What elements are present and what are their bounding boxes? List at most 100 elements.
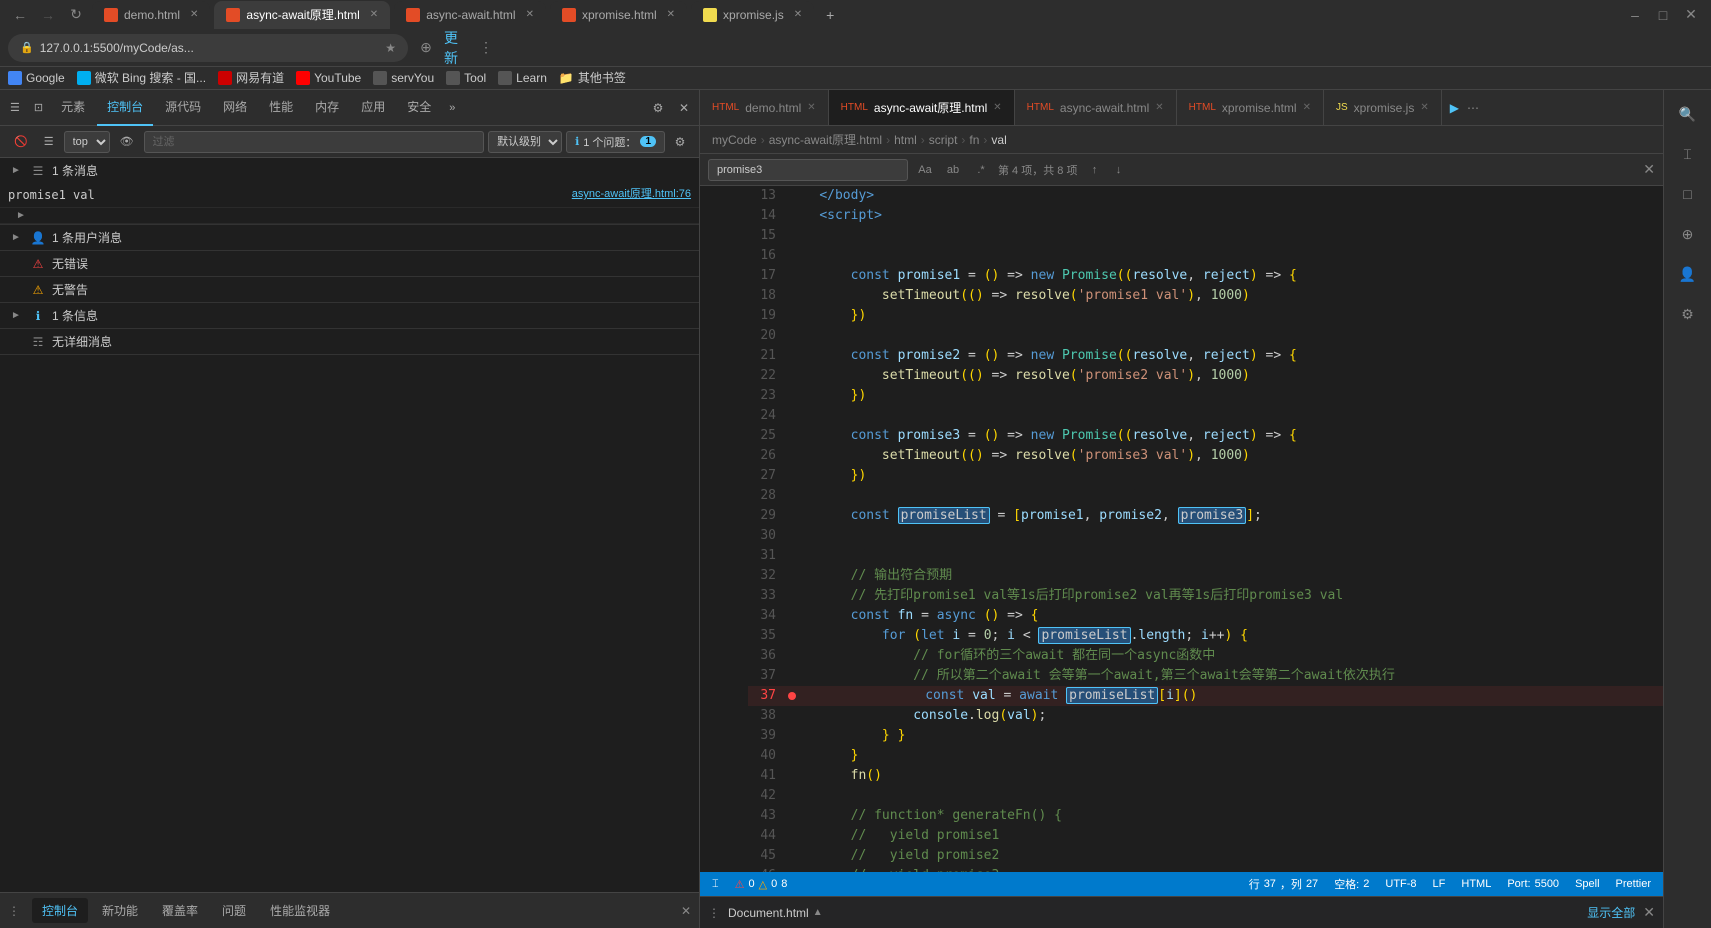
regex-button[interactable]: .* (970, 159, 992, 181)
editor-tab-async-await-yuan[interactable]: HTML async-await原理.html ✕ (829, 90, 1015, 126)
status-lf[interactable]: LF (1433, 876, 1446, 892)
bottom-tab-coverage[interactable]: 覆盖率 (152, 898, 208, 923)
console-row-errors[interactable]: ► ⚠ 无错误 (0, 251, 699, 276)
level-dropdown[interactable]: top (64, 131, 110, 153)
tab-elements[interactable]: 元素 (51, 90, 95, 126)
tab-close[interactable]: ✕ (1420, 102, 1428, 113)
search-input[interactable] (708, 159, 908, 181)
browser-tab-demo[interactable]: demo.html ✕ (92, 1, 210, 29)
tab-network[interactable]: 网络 (213, 90, 257, 126)
browser-tab-xpromise-js[interactable]: xpromise.js ✕ (691, 1, 814, 29)
editor-tab-xpromise-js[interactable]: JS xpromise.js ✕ (1324, 90, 1442, 126)
status-encoding[interactable]: UTF-8 (1385, 876, 1416, 892)
issues-badge[interactable]: ℹ 1 个问题： 1 (566, 131, 665, 153)
status-language[interactable]: HTML (1461, 876, 1491, 892)
tab-close[interactable]: ✕ (526, 9, 534, 20)
back-button[interactable]: ← (8, 3, 32, 27)
breadcrumb-val[interactable]: val (991, 133, 1006, 147)
filter-input[interactable] (144, 131, 485, 153)
sidebar-account-icon[interactable]: 👤 (1672, 258, 1704, 290)
status-git[interactable]: ⌶ (712, 878, 719, 891)
tab-close[interactable]: ✕ (794, 9, 802, 20)
show-all-button[interactable]: 显示全部 (1587, 904, 1635, 921)
tab-performance[interactable]: 性能 (259, 90, 303, 126)
devtools-menu-icon[interactable]: ☰ (4, 99, 26, 116)
bottom-menu-icon[interactable]: ⋮ (8, 904, 20, 918)
browser-tab-async-await[interactable]: async-await.html ✕ (394, 1, 546, 29)
eye-icon[interactable]: 👁 (114, 133, 140, 150)
new-tab-button[interactable]: + (818, 3, 842, 27)
editor-tab-async-await[interactable]: HTML async-await.html ✕ (1015, 90, 1177, 126)
maximize-button[interactable]: □ (1651, 3, 1675, 27)
doc-expand-icon[interactable]: ▲ (813, 907, 823, 918)
tab-console[interactable]: 控制台 (97, 90, 153, 126)
sidebar-remote-icon[interactable]: ⊕ (1672, 218, 1704, 250)
tab-close[interactable]: ✕ (807, 102, 815, 113)
tab-sources[interactable]: 源代码 (155, 90, 211, 126)
editor-tab-xpromise[interactable]: HTML xpromise.html ✕ (1177, 90, 1324, 126)
editor-tab-demo[interactable]: HTML demo.html ✕ (700, 90, 829, 126)
browser-tab-xpromise[interactable]: xpromise.html ✕ (550, 1, 687, 29)
bottom-close-button[interactable]: ✕ (681, 904, 691, 918)
bookmark-tool[interactable]: Tool (446, 71, 486, 85)
address-bar[interactable]: 🔒 127.0.0.1:5500/myCode/as... ★ (8, 34, 408, 62)
tab-memory[interactable]: 内存 (305, 90, 349, 126)
forward-button[interactable]: → (36, 3, 60, 27)
tab-close[interactable]: ✕ (993, 102, 1001, 113)
console-row-user[interactable]: ► 👤 1 条用户消息 (0, 225, 699, 250)
update-button[interactable]: 更新 (444, 36, 468, 60)
whole-word-button[interactable]: ab (942, 159, 964, 181)
devtools-close-button[interactable]: ✕ (673, 97, 695, 119)
expand-arrow-user[interactable]: ► (8, 230, 24, 246)
search-prev-button[interactable]: ↑ (1083, 159, 1105, 181)
tab-close[interactable]: ✕ (190, 9, 198, 20)
breadcrumb-script[interactable]: script (929, 133, 958, 147)
bottom-tab-console[interactable]: 控制台 (32, 898, 88, 923)
document-name[interactable]: Document.html ▲ (728, 906, 823, 920)
bookmark-bing[interactable]: 微软 Bing 搜索 - 国... (77, 69, 206, 86)
search-next-button[interactable]: ↓ (1107, 159, 1129, 181)
bottom-tab-perf-monitor[interactable]: 性能监视器 (260, 898, 340, 923)
status-port[interactable]: Port: 5500 (1507, 876, 1559, 892)
sidebar-settings-icon[interactable]: ⚙ (1672, 298, 1704, 330)
bookmark-google[interactable]: Google (8, 71, 65, 85)
tab-close[interactable]: ✕ (1155, 102, 1163, 113)
bottom-tab-new-features[interactable]: 新功能 (92, 898, 148, 923)
sidebar-extensions-icon[interactable]: □ (1672, 178, 1704, 210)
refresh-button[interactable]: ↻ (64, 3, 88, 27)
breadcrumb-html[interactable]: html (894, 133, 917, 147)
match-case-button[interactable]: Aa (914, 159, 936, 181)
bookmark-other-folder[interactable]: 📁 其他书签 (559, 69, 626, 86)
bookmark-youdao[interactable]: 网易有道 (218, 69, 284, 86)
tab-close[interactable]: ✕ (370, 9, 378, 20)
run-button[interactable]: ▶ (1450, 101, 1459, 115)
log-level-dropdown[interactable]: 默认级别 (488, 131, 562, 153)
status-spell[interactable]: Spell (1575, 876, 1599, 892)
console-row-warnings[interactable]: ► ⚠ 无警告 (0, 277, 699, 302)
more-tabs-button[interactable]: » (443, 100, 461, 116)
breadcrumb-file[interactable]: async-await原理.html (769, 131, 882, 148)
doc-menu-icon[interactable]: ⋮ (708, 906, 720, 920)
clear-console-button[interactable]: 🚫 (8, 133, 34, 150)
bottom-tab-issues[interactable]: 问题 (212, 898, 256, 923)
breadcrumb-fn[interactable]: fn (969, 133, 979, 147)
sidebar-search-icon[interactable]: 🔍 (1672, 98, 1704, 130)
browser-tab-async-await-yuan[interactable]: async-await原理.html ✕ (214, 1, 390, 29)
breadcrumb-mycode[interactable]: myCode (712, 133, 757, 147)
expand-arrow-messages[interactable]: ► (8, 163, 24, 179)
tab-app[interactable]: 应用 (351, 90, 395, 126)
status-position[interactable]: 行 37，列 27 (1249, 876, 1319, 892)
more-editor-options[interactable]: ⋯ (1459, 101, 1487, 115)
devtools-settings-icon[interactable]: ⚙ (647, 97, 669, 119)
console-settings-icon[interactable]: ⚙ (669, 131, 691, 153)
tab-close[interactable]: ✕ (1303, 102, 1311, 113)
close-window-button[interactable]: ✕ (1679, 3, 1703, 27)
console-row-info[interactable]: ► ℹ 1 条信息 (0, 303, 699, 328)
menu-button[interactable]: ⋮ (474, 36, 498, 60)
doc-bar-close-button[interactable]: ✕ (1643, 904, 1655, 921)
status-prettier[interactable]: Prettier (1616, 876, 1651, 892)
extensions-button[interactable]: ⊕ (414, 36, 438, 60)
inspect-icon[interactable]: ⊡ (28, 99, 49, 116)
status-spaces[interactable]: 空格: 2 (1334, 876, 1369, 892)
bookmark-youtube[interactable]: YouTube (296, 71, 361, 85)
